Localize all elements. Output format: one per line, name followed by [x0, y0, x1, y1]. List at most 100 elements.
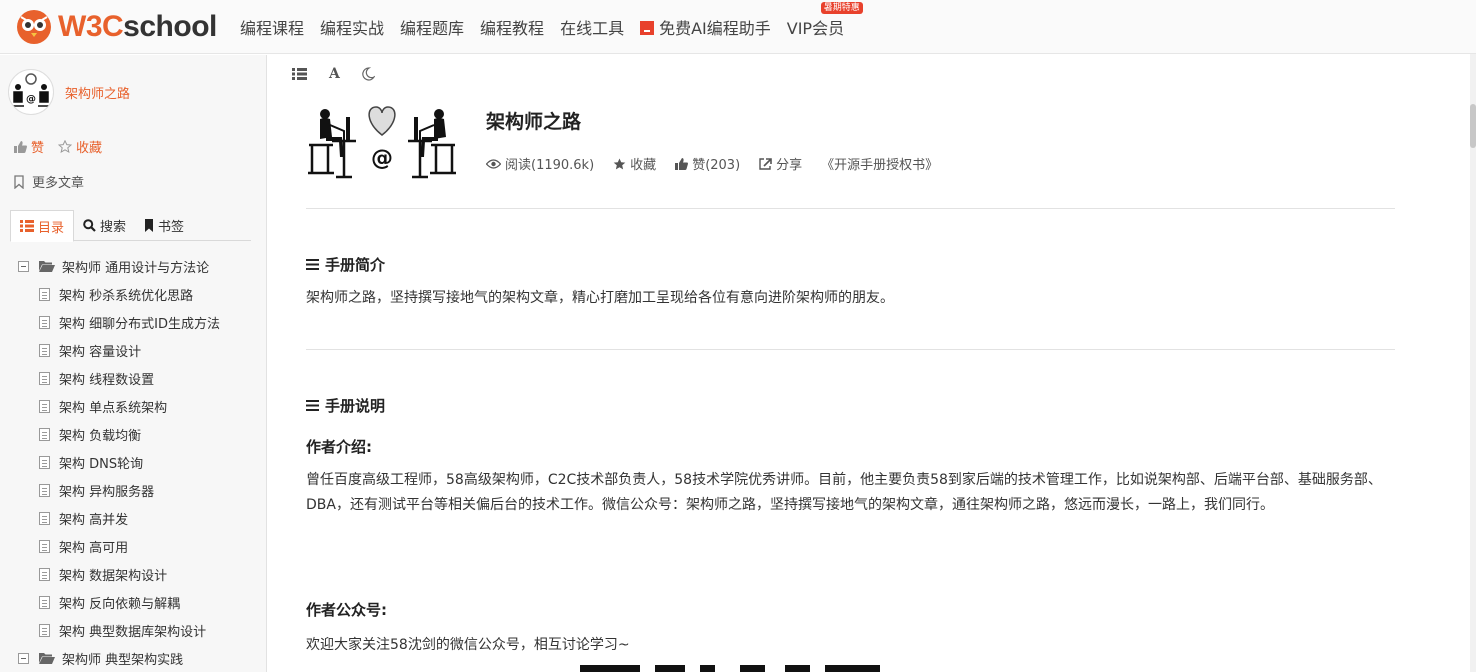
nav-vip[interactable]: VIP会员 暑期特惠 [787, 2, 863, 39]
site-logo[interactable]: W3Cschool [16, 9, 217, 45]
license-link[interactable]: 《开源手册授权书》 [821, 154, 938, 173]
bookmark-icon [145, 219, 154, 232]
more-posts-link[interactable]: 更多文章 [14, 172, 84, 191]
collect-button[interactable]: 收藏 [58, 137, 102, 156]
toc-item-label: 架构 高并发 [59, 512, 129, 528]
toc-item[interactable]: 架构 反向依赖与解耦 [0, 588, 266, 616]
toc-item[interactable]: 架构 细聊分布式ID生成方法 [0, 308, 266, 336]
description-section-title: 手册说明 [306, 395, 385, 416]
eye-icon [486, 158, 501, 169]
like-button[interactable]: 赞 [14, 137, 44, 156]
share-label: 分享 [776, 158, 803, 173]
star-outline-icon [58, 140, 73, 153]
nav-ai-assistant[interactable]: 免费AI编程助手 [640, 15, 771, 39]
document-icon [39, 399, 50, 413]
intro-text: 架构师之路，坚持撰写接地气的架构文章，精心打磨加工呈现给各位有意向进阶架构师的朋… [306, 290, 894, 306]
toc-item[interactable]: 架构 数据架构设计 [0, 560, 266, 588]
document-icon [39, 287, 50, 301]
read-count-label: 阅读(1190.6k) [505, 158, 595, 173]
scrollbar-thumb[interactable] [1470, 104, 1476, 148]
toc-item[interactable]: 架构 高可用 [0, 532, 266, 560]
toc-item[interactable]: 架构 异构服务器 [0, 476, 266, 504]
page-title: 架构师之路 [486, 111, 582, 133]
toc-item[interactable]: 架构 秒杀系统优化思路 [0, 280, 266, 308]
toc-item-label: 架构 DNS轮询 [59, 456, 144, 472]
author-avatar-icon: @ [12, 73, 50, 107]
tab-contents-label: 目录 [38, 220, 65, 236]
like-book-button[interactable]: 赞(203) [675, 154, 740, 173]
collect-book-label: 收藏 [630, 158, 657, 173]
folder-open-icon [39, 261, 55, 272]
ai-assistant-icon [640, 21, 655, 35]
tab-search-label: 搜索 [100, 220, 127, 235]
more-posts-label: 更多文章 [32, 176, 85, 191]
share-button[interactable]: 分享 [759, 154, 802, 173]
document-icon [39, 371, 50, 385]
collect-book-button[interactable]: 收藏 [613, 154, 656, 173]
top-navbar: W3Cschool 编程课程 编程实战 编程题库 编程教程 在线工具 免费AI编… [0, 0, 1476, 54]
description-title-label: 手册说明 [325, 397, 386, 415]
nav-tutorials[interactable]: 编程教程 [480, 15, 544, 39]
avatar: @ [8, 69, 54, 115]
moon-icon [362, 67, 375, 81]
owl-logo-icon [17, 10, 51, 44]
toggle-toc-button[interactable] [292, 68, 307, 80]
nav-courses[interactable]: 编程课程 [240, 15, 304, 39]
thumbs-up-icon [14, 140, 27, 153]
read-count: 阅读(1190.6k) [486, 154, 594, 173]
thumbs-up-icon [675, 157, 689, 170]
document-icon [39, 455, 50, 469]
dark-mode-button[interactable] [362, 67, 375, 81]
toc-folder[interactable]: 架构师 通用设计与方法论 [0, 252, 266, 280]
star-icon [613, 158, 626, 169]
sidebar-actions: 赞 收藏 [14, 137, 116, 156]
tab-contents[interactable]: 目录 [10, 210, 75, 242]
toc-item[interactable]: 架构 高并发 [0, 504, 266, 532]
toc-folder-label: 架构师 通用设计与方法论 [62, 260, 210, 276]
toc-item[interactable]: 架构 DNS轮询 [0, 448, 266, 476]
document-icon [39, 623, 50, 637]
sidebar-tabs: 目录 搜索 书签 [10, 210, 251, 242]
tab-bookmarks[interactable]: 书签 [135, 210, 193, 241]
tab-bookmarks-label: 书签 [158, 220, 185, 235]
intro-title-label: 手册简介 [325, 256, 386, 274]
toc-item-label: 架构 异构服务器 [59, 484, 155, 500]
like-label: 赞 [31, 141, 45, 156]
menu-bars-icon [306, 259, 319, 270]
intro-section-title: 手册简介 [306, 254, 385, 275]
author-intro-heading: 作者介绍: [306, 438, 372, 456]
svg-text:@: @ [26, 94, 36, 105]
book-meta: 阅读(1190.6k) 收藏 赞(203) 分享 《开源手册授权书》 [486, 154, 957, 173]
divider [306, 208, 1395, 209]
toc-item[interactable]: 架构 单点系统架构 [0, 392, 266, 420]
toc-item[interactable]: 架构 线程数设置 [0, 364, 266, 392]
page-scrollbar[interactable] [1470, 54, 1476, 672]
toc-item[interactable]: 架构 容量设计 [0, 336, 266, 364]
document-icon [39, 343, 50, 357]
toc-item[interactable]: 架构 负载均衡 [0, 420, 266, 448]
toc-item-label: 架构 单点系统架构 [59, 400, 168, 416]
bookmark-outline-icon [14, 174, 24, 189]
reader-toolbar: A [292, 66, 397, 82]
list-icon [20, 220, 34, 232]
author-name[interactable]: 架构师之路 [65, 83, 130, 102]
sidebar: @ 架构师之路 赞 收藏 更多文章 目录 搜索 书签 架构师 通用设计与方法论 … [0, 55, 267, 672]
share-icon [759, 157, 772, 170]
collapse-toggle-icon[interactable] [18, 652, 29, 664]
toc-item-label: 架构 反向依赖与解耦 [59, 596, 181, 612]
nav-tools[interactable]: 在线工具 [560, 15, 624, 39]
tab-search[interactable]: 搜索 [74, 210, 135, 241]
font-size-icon[interactable]: A [329, 66, 340, 82]
author-card[interactable]: @ 架构师之路 [8, 69, 130, 115]
collapse-toggle-icon[interactable] [18, 260, 29, 272]
nav-practice[interactable]: 编程实战 [320, 15, 384, 39]
toc-item-label: 架构 典型数据库架构设计 [59, 624, 207, 640]
document-icon [39, 539, 50, 553]
document-icon [39, 511, 50, 525]
toc-item-label: 架构 线程数设置 [59, 372, 155, 388]
toc-item-label: 架构 秒杀系统优化思路 [59, 288, 194, 304]
nav-problems[interactable]: 编程题库 [400, 15, 464, 39]
toc-item-label: 架构 细聊分布式ID生成方法 [59, 316, 220, 332]
toc-item[interactable]: 架构 典型数据库架构设计 [0, 616, 266, 644]
toc-folder[interactable]: 架构师 典型架构实践 [0, 644, 266, 672]
